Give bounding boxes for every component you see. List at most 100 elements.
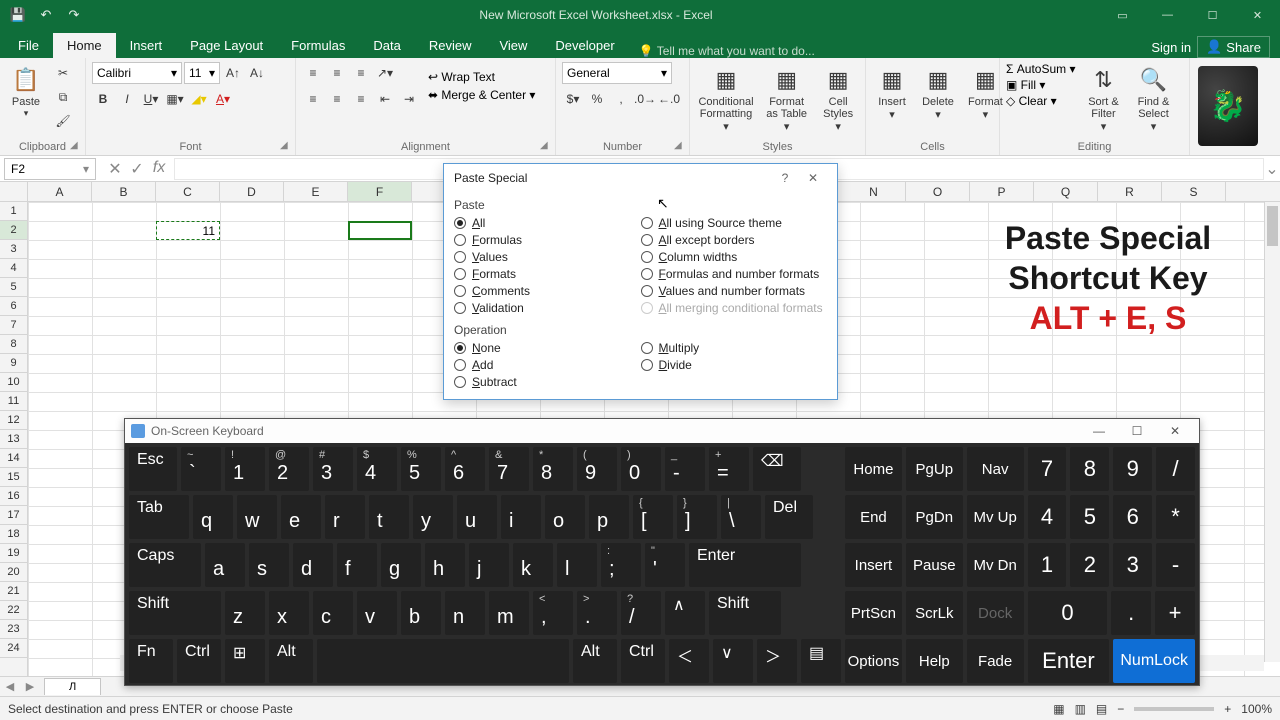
- key-Fn[interactable]: Fn: [129, 639, 173, 683]
- key-r[interactable]: r: [325, 495, 365, 539]
- key-f[interactable]: f: [337, 543, 377, 587]
- delete-cells-button[interactable]: ▦Delete▾: [918, 62, 958, 123]
- align-left-icon[interactable]: ≡: [302, 88, 324, 110]
- key-'[interactable]: "': [645, 543, 685, 587]
- col-b[interactable]: B: [92, 182, 156, 201]
- increase-decimal-icon[interactable]: .0→: [634, 88, 656, 110]
- grow-font-icon[interactable]: A↑: [222, 62, 244, 84]
- osk-close-icon[interactable]: ✕: [1157, 424, 1193, 438]
- numkey-enter[interactable]: Enter: [1028, 639, 1110, 683]
- key-[[interactable]: {[: [633, 495, 673, 539]
- navkey-home[interactable]: Home: [845, 447, 902, 491]
- key-Alt[interactable]: Alt: [573, 639, 617, 683]
- numkey-+[interactable]: +: [1155, 591, 1195, 635]
- key-s[interactable]: s: [249, 543, 289, 587]
- row-14[interactable]: 14: [0, 449, 27, 468]
- row-6[interactable]: 6: [0, 297, 27, 316]
- key-h[interactable]: h: [425, 543, 465, 587]
- number-dialog-launcher[interactable]: ◢: [674, 140, 686, 152]
- navkey-insert[interactable]: Insert: [845, 543, 902, 587]
- radio-fnum[interactable]: Formulas and number formats: [641, 267, 828, 281]
- navkey-pgup[interactable]: PgUp: [906, 447, 963, 491]
- key-6[interactable]: ^6: [445, 447, 485, 491]
- col-o[interactable]: O: [906, 182, 970, 201]
- paste-button[interactable]: 📋 Paste▾: [6, 62, 46, 121]
- shrink-font-icon[interactable]: A↓: [246, 62, 268, 84]
- key-t[interactable]: t: [369, 495, 409, 539]
- key-d[interactable]: d: [293, 543, 333, 587]
- row-20[interactable]: 20: [0, 563, 27, 582]
- col-p[interactable]: P: [970, 182, 1034, 201]
- key-3[interactable]: #3: [313, 447, 353, 491]
- key-w[interactable]: w: [237, 495, 277, 539]
- indent-inc-icon[interactable]: ⇥: [398, 88, 420, 110]
- fx-icon[interactable]: fx: [150, 159, 168, 179]
- key--[interactable]: _-: [665, 447, 705, 491]
- expand-formula-icon[interactable]: ⌄: [1264, 159, 1280, 179]
- fill-color-button[interactable]: ◢▾: [188, 88, 210, 110]
- radio-vnum[interactable]: Values and number formats: [641, 284, 828, 298]
- underline-button[interactable]: U▾: [140, 88, 162, 110]
- key-∧[interactable]: ∧: [665, 591, 705, 635]
- key-2[interactable]: @2: [269, 447, 309, 491]
- align-center-icon[interactable]: ≡: [326, 88, 348, 110]
- key-1[interactable]: !1: [225, 447, 265, 491]
- ribbon-options-icon[interactable]: ▭: [1100, 0, 1145, 30]
- key-Shift[interactable]: Shift: [129, 591, 221, 635]
- navkey-dock[interactable]: Dock: [967, 591, 1024, 635]
- radio-subtract[interactable]: Subtract: [454, 375, 641, 389]
- row-12[interactable]: 12: [0, 411, 27, 430]
- key-▤[interactable]: ▤: [801, 639, 841, 683]
- sheet-prev-icon[interactable]: ◀: [6, 680, 14, 693]
- row-21[interactable]: 21: [0, 582, 27, 601]
- fill-button[interactable]: ▣ Fill ▾: [1006, 78, 1075, 92]
- zoom-in-icon[interactable]: +: [1224, 702, 1231, 716]
- osk-maximize-icon[interactable]: ☐: [1119, 424, 1155, 438]
- key-o[interactable]: o: [545, 495, 585, 539]
- font-color-button[interactable]: A▾: [212, 88, 234, 110]
- key-∨[interactable]: ∨: [713, 639, 753, 683]
- view-normal-icon[interactable]: ▦: [1053, 702, 1064, 716]
- number-format-select[interactable]: General▾: [562, 62, 672, 84]
- view-break-icon[interactable]: ▤: [1096, 702, 1107, 716]
- navkey-prtscn[interactable]: PrtScn: [845, 591, 902, 635]
- tab-data[interactable]: Data: [359, 33, 414, 58]
- osk-minimize-icon[interactable]: —: [1081, 424, 1117, 438]
- key-j[interactable]: j: [469, 543, 509, 587]
- row-23[interactable]: 23: [0, 620, 27, 639]
- key-m[interactable]: m: [489, 591, 529, 635]
- radio-multiply[interactable]: Multiply: [641, 341, 828, 355]
- zoom-out-icon[interactable]: −: [1117, 702, 1124, 716]
- key-8[interactable]: *8: [533, 447, 573, 491]
- key-9[interactable]: (9: [577, 447, 617, 491]
- key-0[interactable]: )0: [621, 447, 661, 491]
- col-s[interactable]: S: [1162, 182, 1226, 201]
- view-page-icon[interactable]: ▥: [1075, 702, 1086, 716]
- numkey-3[interactable]: 3: [1113, 543, 1152, 587]
- navkey-mvdn[interactable]: Mv Dn: [967, 543, 1024, 587]
- numkey-2[interactable]: 2: [1070, 543, 1109, 587]
- key-v[interactable]: v: [357, 591, 397, 635]
- key-7[interactable]: &7: [489, 447, 529, 491]
- key-k[interactable]: k: [513, 543, 553, 587]
- tab-review[interactable]: Review: [415, 33, 486, 58]
- key-q[interactable]: q: [193, 495, 233, 539]
- row-5[interactable]: 5: [0, 278, 27, 297]
- row-11[interactable]: 11: [0, 392, 27, 411]
- clipboard-dialog-launcher[interactable]: ◢: [70, 140, 82, 152]
- sheet-tab-1[interactable]: Л: [44, 678, 101, 695]
- row-19[interactable]: 19: [0, 544, 27, 563]
- find-select-button[interactable]: 🔍Find & Select▾: [1131, 62, 1175, 135]
- key-space[interactable]: [317, 639, 569, 683]
- col-c[interactable]: C: [156, 182, 220, 201]
- key-Alt[interactable]: Alt: [269, 639, 313, 683]
- border-button[interactable]: ▦▾: [164, 88, 186, 110]
- font-name-select[interactable]: Calibri▾: [92, 62, 182, 84]
- numkey-numlock[interactable]: NumLock: [1113, 639, 1195, 683]
- key-a[interactable]: a: [205, 543, 245, 587]
- row-16[interactable]: 16: [0, 487, 27, 506]
- row-13[interactable]: 13: [0, 430, 27, 449]
- key-i[interactable]: i: [501, 495, 541, 539]
- tab-formulas[interactable]: Formulas: [277, 33, 359, 58]
- indent-dec-icon[interactable]: ⇤: [374, 88, 396, 110]
